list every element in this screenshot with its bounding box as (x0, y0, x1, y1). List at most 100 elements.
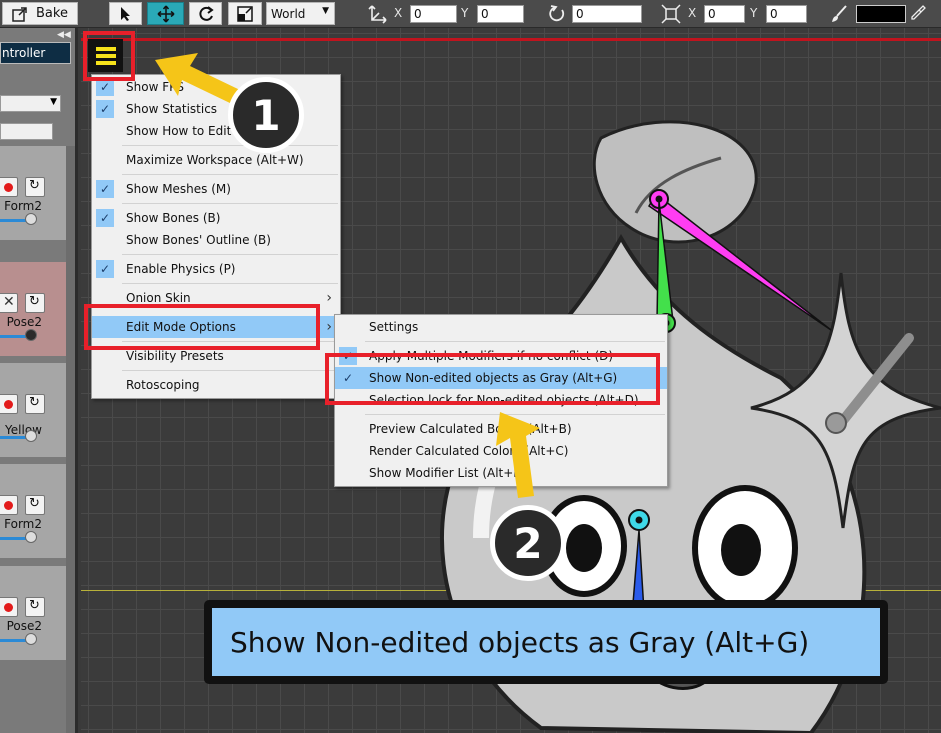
panel-scrollbar[interactable] (66, 146, 75, 733)
menu-separator (122, 254, 338, 255)
annotation-box-menu-button (83, 31, 135, 81)
bake-label: Bake (36, 6, 68, 21)
pos-x-input[interactable]: 0 (410, 5, 457, 23)
slider-knob[interactable] (25, 430, 37, 442)
controller-row: ↻ Form2 (0, 464, 66, 558)
scale-tool-button[interactable] (228, 2, 262, 25)
slider-knob[interactable] (25, 213, 37, 225)
record-key-button[interactable] (0, 394, 18, 414)
controller-panel: ◀◀ ntroller ▼ ↻ Form2 ✕ ↻ Pose2 ↻ Yellow ↻ Form2… (0, 28, 78, 733)
menu-separator (122, 174, 338, 175)
menu-item-label: Rotoscoping (126, 378, 200, 392)
rotation-icon (549, 5, 565, 22)
export-icon (12, 6, 27, 22)
menu-item[interactable]: Rotoscoping (92, 374, 340, 396)
scale-icon (237, 5, 253, 22)
controller-row-label: Form2 (4, 199, 42, 213)
menu-separator (122, 203, 338, 204)
controller-row-label: Pose2 (6, 315, 42, 329)
controller-tab[interactable]: ntroller (0, 42, 71, 64)
annotation-box-edit-mode (84, 304, 320, 350)
move-icon (157, 5, 174, 22)
space-select[interactable]: World ▼ (266, 2, 335, 25)
checkmark-icon: ✓ (96, 100, 114, 118)
zoomed-option-label: Show Non-edited objects as Gray (Alt+G) (212, 608, 880, 676)
workspace-menu: ✓ Show FPS ✓ Show Statistics Show How to Edi… (91, 74, 341, 399)
menu-item[interactable]: ✓ Show Bones (B) (92, 207, 340, 229)
brush-icon (832, 5, 847, 22)
cursor-icon (120, 6, 130, 21)
checkmark-icon: ✓ (96, 180, 114, 198)
record-key-button[interactable] (0, 177, 18, 197)
step-2-callout: 2 (490, 505, 566, 581)
controller-filter-input[interactable] (0, 123, 53, 140)
menu-item[interactable]: Show Bones' Outline (B) (92, 229, 340, 251)
position-axis-icon (368, 5, 387, 24)
menu-item[interactable]: ✓ Show Meshes (M) (92, 178, 340, 200)
menu-separator (122, 283, 338, 284)
controller-row: ↻ Pose2 (0, 566, 66, 660)
chevron-down-icon: ▼ (50, 97, 57, 107)
scale-x-label: X (688, 6, 697, 20)
eyedropper-icon[interactable] (910, 5, 926, 21)
controller-dropdown[interactable]: ▼ (0, 95, 61, 112)
menu-separator (365, 341, 665, 342)
step-1-callout: 1 (228, 77, 304, 153)
reset-icon[interactable]: ↻ (25, 394, 45, 414)
bake-button[interactable]: Bake (2, 2, 78, 25)
annotation-arrow-2 (496, 412, 540, 498)
color-swatch[interactable] (856, 5, 906, 23)
rotation-input[interactable]: 0 (572, 5, 642, 23)
menu-item[interactable]: ✓ Enable Physics (P) (92, 258, 340, 280)
scale-y-label: Y (750, 6, 758, 20)
menu-item-label: Show Meshes (M) (126, 182, 231, 196)
app-window: Bake World ▼ X 0 Y 0 0 X 0 Y 0 ◀◀ ntroll… (0, 0, 941, 733)
workspace-border-line (81, 38, 941, 41)
submenu-item[interactable]: Settings (335, 316, 667, 338)
checkmark-icon: ✓ (96, 260, 114, 278)
slider-knob[interactable] (25, 633, 37, 645)
move-tool-button[interactable] (147, 2, 184, 25)
menu-item-label: Show Bones' Outline (B) (126, 233, 271, 247)
scale-y-input[interactable]: 0 (766, 5, 807, 23)
reset-icon[interactable]: ↻ (25, 293, 45, 313)
checkmark-icon: ✓ (96, 209, 114, 227)
controller-row: ✕ ↻ Pose2 (0, 262, 66, 356)
slider-knob[interactable] (25, 329, 37, 341)
submenu-arrow-icon: › (326, 290, 332, 306)
zoomed-option-callout: Show Non-edited objects as Gray (Alt+G) (204, 600, 888, 684)
pos-y-input[interactable]: 0 (477, 5, 524, 23)
submenu-item-label: Settings (369, 320, 419, 334)
pos-x-label: X (394, 6, 403, 20)
rotate-icon (198, 5, 214, 21)
rotate-tool-button[interactable] (189, 2, 222, 25)
menu-separator (122, 370, 338, 371)
menu-item-label: Onion Skin (126, 291, 191, 305)
top-toolbar: Bake World ▼ X 0 Y 0 0 X 0 Y 0 (0, 0, 941, 28)
controller-row-label: Form2 (4, 517, 42, 531)
collapse-icon[interactable]: ◀◀ (57, 30, 75, 40)
controller-row-label: Pose2 (6, 619, 42, 633)
menu-item[interactable]: Maximize Workspace (Alt+W) (92, 149, 340, 171)
chevron-down-icon: ▼ (322, 6, 329, 16)
menu-item-label: Maximize Workspace (Alt+W) (126, 153, 304, 167)
record-key-button[interactable] (0, 597, 18, 617)
disable-key-button[interactable]: ✕ (0, 293, 18, 313)
controller-row: ↻ Yellow (0, 363, 66, 457)
pos-y-label: Y (461, 6, 469, 20)
slider-knob[interactable] (25, 531, 37, 543)
reset-icon[interactable]: ↻ (25, 597, 45, 617)
menu-item-label: Visibility Presets (126, 349, 224, 363)
reset-icon[interactable]: ↻ (25, 495, 45, 515)
scale-axis-icon (661, 4, 681, 24)
menu-item-label: Show Bones (B) (126, 211, 221, 225)
scale-x-input[interactable]: 0 (704, 5, 745, 23)
record-key-button[interactable] (0, 495, 18, 515)
menu-item-label: Show How to Edit (126, 124, 232, 138)
reset-icon[interactable]: ↻ (25, 177, 45, 197)
select-tool-button[interactable] (109, 2, 142, 25)
space-select-value: World (271, 6, 306, 21)
menu-separator (122, 145, 338, 146)
submenu-arrow-icon: › (326, 319, 332, 335)
annotation-box-gray-option (325, 353, 660, 405)
